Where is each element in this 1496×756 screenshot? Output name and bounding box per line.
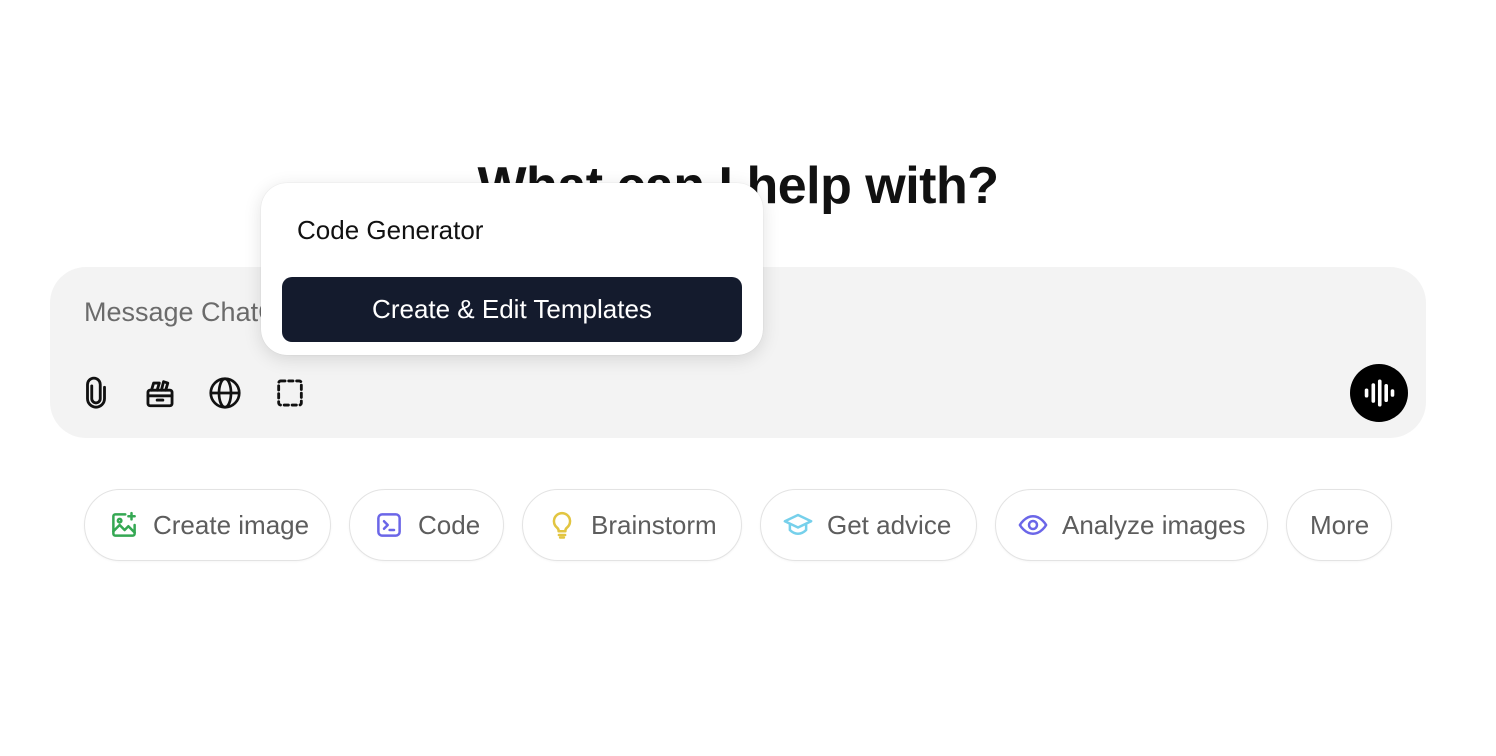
chip-analyze-images[interactable]: Analyze images	[995, 489, 1268, 561]
chip-get-advice[interactable]: Get advice	[760, 489, 977, 561]
eye-icon	[1018, 510, 1048, 540]
chip-label: Create image	[153, 509, 310, 540]
create-edit-templates-button[interactable]: Create & Edit Templates	[282, 277, 742, 342]
chip-label: More	[1310, 509, 1370, 540]
templates-box-icon	[146, 380, 174, 408]
templates-button[interactable]	[140, 373, 180, 413]
chip-label: Analyze images	[1062, 509, 1246, 540]
image-sparkle-icon	[109, 510, 139, 540]
chip-label: Code	[418, 509, 481, 540]
menu-item-code-generator[interactable]: Code Generator	[297, 215, 483, 246]
terminal-icon	[374, 510, 404, 540]
paperclip-icon	[86, 376, 106, 409]
chip-create-image[interactable]: Create image	[84, 489, 331, 561]
attach-button[interactable]	[76, 373, 116, 413]
chip-label: Brainstorm	[591, 509, 717, 540]
voice-waveform-icon	[1364, 379, 1395, 407]
graduation-cap-icon	[783, 510, 813, 540]
chip-code[interactable]: Code	[349, 489, 504, 561]
globe-icon	[209, 377, 241, 409]
select-region-button[interactable]	[270, 373, 310, 413]
templates-popup: Code Generator Create & Edit Templates	[261, 183, 763, 355]
select-region-icon	[277, 379, 303, 407]
chip-more[interactable]: More	[1286, 489, 1392, 561]
voice-mode-button[interactable]	[1350, 364, 1408, 422]
chip-label: Get advice	[827, 509, 952, 540]
chip-brainstorm[interactable]: Brainstorm	[522, 489, 742, 561]
lightbulb-icon	[547, 510, 577, 540]
web-search-button[interactable]	[205, 373, 245, 413]
